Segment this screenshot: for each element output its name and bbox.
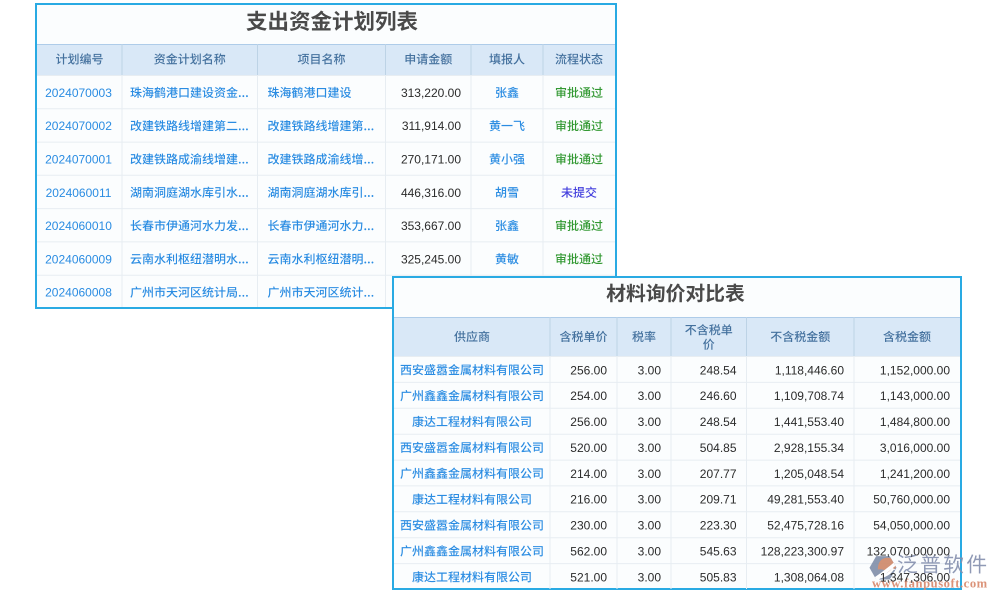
svg-text:270,171.00: 270,171.00 (401, 153, 461, 167)
svg-text:446,316.00: 446,316.00 (401, 186, 461, 200)
svg-text:216.00: 216.00 (570, 493, 607, 507)
svg-text:50,760,000.00: 50,760,000.00 (873, 493, 950, 507)
svg-text:1,152,000.00: 1,152,000.00 (880, 363, 950, 377)
svg-text:353,667.00: 353,667.00 (401, 219, 461, 233)
svg-text:1,205,048.54: 1,205,048.54 (774, 467, 844, 481)
svg-text:2024060011: 2024060011 (46, 186, 112, 200)
svg-text:3.00: 3.00 (638, 570, 662, 584)
svg-text:1,143,000.00: 1,143,000.00 (880, 389, 950, 403)
svg-text:520.00: 520.00 (570, 441, 607, 455)
svg-text:223.30: 223.30 (700, 519, 737, 533)
svg-text:1,109,708.74: 1,109,708.74 (774, 389, 844, 403)
svg-text:2024070002: 2024070002 (45, 119, 112, 133)
svg-text:1,118,446.60: 1,118,446.60 (775, 363, 845, 377)
svg-text:3.00: 3.00 (638, 544, 662, 558)
svg-text:248.54: 248.54 (700, 363, 737, 377)
svg-text:1,484,800.00: 1,484,800.00 (880, 415, 950, 429)
svg-text:1,241,200.00: 1,241,200.00 (880, 467, 950, 481)
svg-text:3.00: 3.00 (638, 363, 662, 377)
svg-text:3.00: 3.00 (638, 415, 662, 429)
svg-text:2024060008: 2024060008 (45, 286, 112, 300)
svg-text:132,070,000.00: 132,070,000.00 (867, 544, 951, 558)
svg-text:49,281,553.40: 49,281,553.40 (767, 493, 844, 507)
svg-text:3.00: 3.00 (638, 467, 662, 481)
svg-text:545.63: 545.63 (700, 544, 737, 558)
svg-text:1,347,306.00: 1,347,306.00 (880, 570, 950, 584)
svg-text:54,050,000.00: 54,050,000.00 (873, 519, 950, 533)
svg-text:230.00: 230.00 (570, 519, 607, 533)
svg-text:505.83: 505.83 (700, 570, 737, 584)
svg-text:325,245.00: 325,245.00 (401, 252, 461, 266)
svg-text:2024070003: 2024070003 (45, 86, 112, 100)
svg-text:562.00: 562.00 (570, 544, 607, 558)
svg-text:2024070001: 2024070001 (45, 153, 112, 167)
svg-text:256.00: 256.00 (570, 415, 607, 429)
svg-text:3.00: 3.00 (638, 389, 662, 403)
svg-text:2024060009: 2024060009 (45, 252, 112, 266)
svg-text:246.60: 246.60 (700, 389, 737, 403)
svg-text:3,016,000.00: 3,016,000.00 (880, 441, 950, 455)
svg-text:521.00: 521.00 (570, 570, 607, 584)
svg-text:2024060010: 2024060010 (45, 219, 112, 233)
svg-text:214.00: 214.00 (570, 467, 607, 481)
svg-text:256.00: 256.00 (570, 363, 607, 377)
svg-text:207.77: 207.77 (700, 467, 737, 481)
svg-text:3.00: 3.00 (638, 441, 662, 455)
svg-text:209.71: 209.71 (700, 493, 737, 507)
svg-text:504.85: 504.85 (700, 441, 737, 455)
svg-text:254.00: 254.00 (570, 389, 607, 403)
svg-text:313,220.00: 313,220.00 (401, 86, 461, 100)
svg-text:248.54: 248.54 (700, 415, 737, 429)
svg-text:52,475,728.16: 52,475,728.16 (767, 519, 844, 533)
svg-text:3.00: 3.00 (638, 519, 662, 533)
svg-text:128,223,300.97: 128,223,300.97 (761, 544, 845, 558)
svg-text:311,914.00: 311,914.00 (402, 119, 461, 133)
svg-text:3.00: 3.00 (638, 493, 662, 507)
svg-text:2,928,155.34: 2,928,155.34 (774, 441, 844, 455)
svg-text:1,441,553.40: 1,441,553.40 (774, 415, 844, 429)
svg-text:1,308,064.08: 1,308,064.08 (774, 570, 844, 584)
